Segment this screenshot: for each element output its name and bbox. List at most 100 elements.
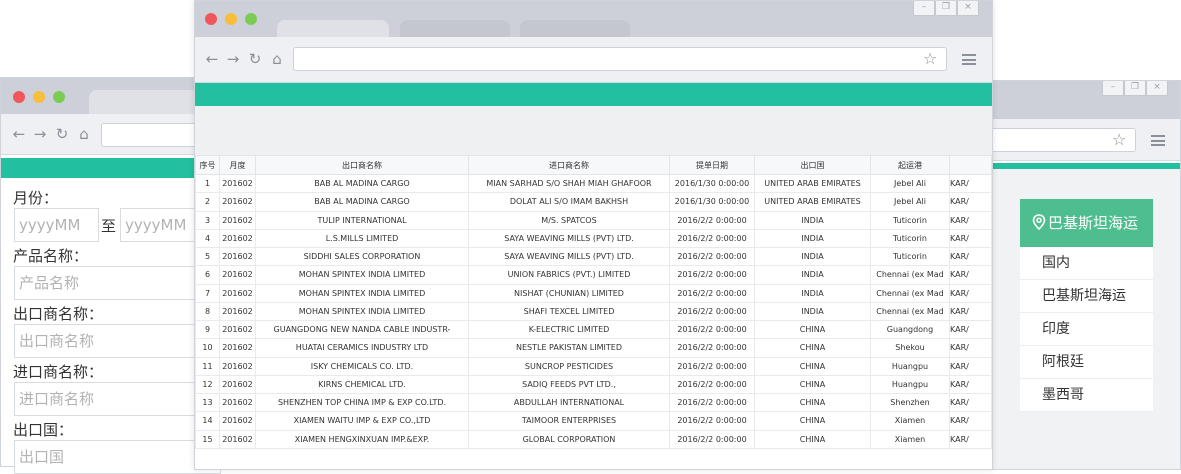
close-window-icon[interactable]: × bbox=[1146, 81, 1168, 96]
exporter-label: 出口商名称： bbox=[13, 305, 104, 323]
maximize-dot-icon[interactable] bbox=[245, 13, 257, 25]
table-cell-importer: SAYA WEAVING MILLS (PVT) LTD. bbox=[468, 246, 670, 267]
side-menu-item-argentina[interactable]: 阿根廷 bbox=[1020, 346, 1153, 379]
table-cell-departure-port: Huangpu bbox=[870, 374, 950, 395]
menu-icon[interactable] bbox=[1151, 135, 1165, 146]
table-cell-destination: KAR/ bbox=[949, 319, 992, 340]
table-cell-index: 10 bbox=[195, 338, 220, 358]
table-row[interactable]: 5 201602 SIDDHI SALES CORPORATION SAYA WEAV… bbox=[195, 246, 992, 267]
table-row[interactable]: 13 201602 SHENZHEN TOP CHINA IMP & EXP CO.… bbox=[195, 392, 992, 413]
minimize-dot-icon[interactable] bbox=[33, 91, 45, 103]
home-icon[interactable]: ⌂ bbox=[75, 125, 93, 143]
column-header-importer[interactable]: 进口商名称 bbox=[468, 155, 670, 175]
maximize-dot-icon[interactable] bbox=[53, 91, 65, 103]
table-row[interactable]: 7 201602 MOHAN SPINTEX INDIA LIMITED NISHAT… bbox=[195, 283, 992, 303]
minimize-window-icon[interactable]: – bbox=[1102, 81, 1124, 96]
table-cell-month: 201602 bbox=[219, 173, 256, 194]
table-cell-export-country: INDIA bbox=[754, 210, 871, 230]
table-cell-bill-date: 2016/2/2 0:00:00 bbox=[669, 392, 755, 413]
table-cell-export-country: CHINA bbox=[754, 392, 871, 413]
column-header-destination[interactable] bbox=[949, 155, 992, 175]
reload-icon[interactable]: ↻ bbox=[246, 50, 264, 68]
browser-chrome: ← → ↻ ⌂ bbox=[1, 78, 229, 155]
column-header-export-country[interactable]: 出口国 bbox=[754, 155, 871, 175]
table-cell-bill-date: 2016/2/2 0:00:00 bbox=[669, 429, 755, 449]
column-header-departure-port[interactable]: 起运港 bbox=[870, 155, 950, 175]
table-cell-departure-port: Jebel Ali bbox=[870, 192, 950, 212]
browser-tab[interactable] bbox=[89, 90, 199, 114]
column-header-index[interactable]: 序号 bbox=[195, 155, 220, 175]
table-cell-month: 201602 bbox=[219, 338, 256, 358]
column-header-month[interactable]: 月度 bbox=[219, 155, 256, 175]
table-row[interactable]: 6 201602 MOHAN SPINTEX INDIA LIMITED UNION … bbox=[195, 265, 992, 285]
exporter-input[interactable]: 出口商名称 bbox=[14, 324, 221, 358]
forward-arrow-icon[interactable]: → bbox=[31, 125, 49, 143]
table-cell-export-country: CHINA bbox=[754, 338, 871, 358]
menu-icon[interactable] bbox=[962, 54, 976, 65]
product-input[interactable]: 产品名称 bbox=[14, 266, 221, 300]
table-cell-index: 6 bbox=[195, 265, 220, 285]
restore-window-icon[interactable]: ❐ bbox=[935, 1, 957, 16]
table-cell-month: 201602 bbox=[219, 246, 256, 267]
month-separator: 至 bbox=[101, 217, 117, 235]
table-row[interactable]: 10 201602 HUATAI CERAMICS INDUSTRY LTD NEST… bbox=[195, 338, 992, 358]
close-dot-icon[interactable] bbox=[205, 13, 217, 25]
side-menu-item-pakistan-sea[interactable]: 巴基斯坦海运 bbox=[1020, 280, 1153, 313]
side-menu-item-mexico[interactable]: 墨西哥 bbox=[1020, 379, 1153, 412]
table-cell-importer: M/S. SPATCOS bbox=[468, 210, 670, 230]
table-cell-departure-port: Shekou bbox=[870, 338, 950, 358]
bookmark-star-icon[interactable]: ☆ bbox=[1112, 131, 1126, 149]
table-row[interactable]: 4 201602 L.S.MILLS LIMITED SAYA WEAVING MIL… bbox=[195, 228, 992, 249]
table-cell-importer: GLOBAL CORPORATION bbox=[468, 429, 670, 449]
address-bar[interactable] bbox=[293, 47, 947, 71]
home-icon[interactable]: ⌂ bbox=[268, 50, 286, 68]
reload-icon[interactable]: ↻ bbox=[53, 125, 71, 143]
side-menu-item-domestic[interactable]: 国内 bbox=[1020, 247, 1153, 280]
table-row[interactable]: 9 201602 GUANGDONG NEW NANDA CABLE INDUSTR… bbox=[195, 319, 992, 340]
table-row[interactable]: 8 201602 MOHAN SPINTEX INDIA LIMITED SHAFI … bbox=[195, 301, 992, 322]
side-menu-header[interactable]: 巴基斯坦海运 bbox=[1020, 199, 1153, 247]
browser-tab[interactable] bbox=[520, 20, 630, 37]
table-row[interactable]: 3 201602 TULIP INTERNATIONAL M/S. SPATCOS 20… bbox=[195, 210, 992, 230]
table-cell-month: 201602 bbox=[219, 411, 256, 431]
browser-tab-active[interactable] bbox=[277, 20, 389, 37]
table-row[interactable]: 14 201602 XIAMEN WAITU IMP & EXP CO.,LTD TA… bbox=[195, 411, 992, 431]
table-cell-departure-port: Shenzhen bbox=[870, 392, 950, 413]
table-cell-destination: KAR/ bbox=[949, 356, 992, 376]
minimize-window-icon[interactable]: – bbox=[913, 1, 935, 16]
bookmark-star-icon[interactable]: ☆ bbox=[923, 50, 937, 68]
table-row[interactable]: 1 201602 BAB AL MADINA CARGO MIAN SARHAD S/… bbox=[195, 173, 992, 194]
toolbar-area bbox=[195, 106, 992, 155]
country-input[interactable]: 出口国 bbox=[14, 440, 221, 474]
minimize-dot-icon[interactable] bbox=[225, 13, 237, 25]
table-cell-bill-date: 2016/2/2 0:00:00 bbox=[669, 246, 755, 267]
importer-input[interactable]: 进口商名称 bbox=[14, 382, 221, 416]
table-row[interactable]: 12 201602 KIRNS CHEMICAL LTD. SADIQ FEEDS P… bbox=[195, 374, 992, 395]
column-header-exporter[interactable]: 出口商名称 bbox=[255, 155, 469, 175]
table-cell-destination: KAR/ bbox=[949, 429, 992, 449]
table-row[interactable]: 2 201602 BAB AL MADINA CARGO DOLAT ALI S/O … bbox=[195, 192, 992, 212]
back-arrow-icon[interactable]: ← bbox=[203, 50, 221, 68]
close-dot-icon[interactable] bbox=[13, 91, 25, 103]
table-cell-exporter: XIAMEN HENGXINXUAN IMP.&EXP. bbox=[255, 429, 469, 449]
table-row[interactable]: 11 201602 ISKY CHEMICALS CO. LTD. SUNCROP P… bbox=[195, 356, 992, 376]
back-arrow-icon[interactable]: ← bbox=[10, 125, 28, 143]
table-cell-bill-date: 2016/2/2 0:00:00 bbox=[669, 265, 755, 285]
side-menu-item-india[interactable]: 印度 bbox=[1020, 313, 1153, 346]
table-cell-importer: NESTLE PAKISTAN LIMITED bbox=[468, 338, 670, 358]
table-cell-exporter: L.S.MILLS LIMITED bbox=[255, 228, 469, 249]
table-cell-exporter: GUANGDONG NEW NANDA CABLE INDUSTR- bbox=[255, 319, 469, 340]
month-from-input[interactable]: yyyyMM bbox=[14, 208, 99, 242]
table-row[interactable]: 15 201602 XIAMEN HENGXINXUAN IMP.&EXP. GLOB… bbox=[195, 429, 992, 449]
table-cell-month: 201602 bbox=[219, 265, 256, 285]
column-header-bill-date[interactable]: 提单日期 bbox=[669, 155, 755, 175]
forward-arrow-icon[interactable]: → bbox=[224, 50, 242, 68]
browser-tab[interactable] bbox=[400, 20, 510, 37]
restore-window-icon[interactable]: ❐ bbox=[1124, 81, 1146, 96]
table-cell-bill-date: 2016/1/30 0:00:00 bbox=[669, 173, 755, 194]
close-window-icon[interactable]: × bbox=[957, 1, 979, 16]
product-label: 产品名称： bbox=[13, 247, 89, 265]
table-cell-bill-date: 2016/2/2 0:00:00 bbox=[669, 338, 755, 358]
table-cell-importer: SADIQ FEEDS PVT LTD., bbox=[468, 374, 670, 395]
table-cell-exporter: HUATAI CERAMICS INDUSTRY LTD bbox=[255, 338, 469, 358]
